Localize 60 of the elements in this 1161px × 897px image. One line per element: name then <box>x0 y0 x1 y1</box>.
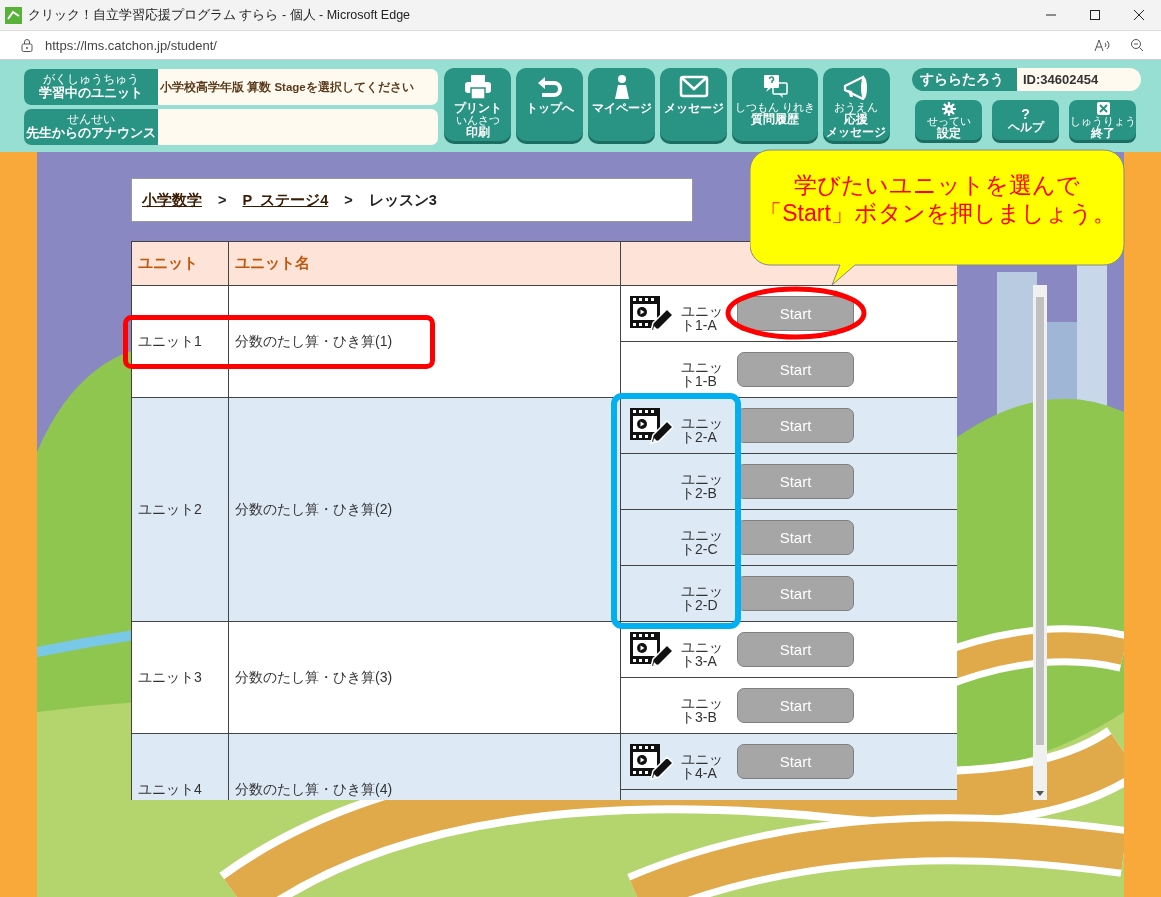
breadcrumb-link[interactable]: P_ステージ4 <box>242 190 329 210</box>
nav-button[interactable]: おうえん 応援 メッセージ <box>822 68 890 141</box>
lesson-label: ユニット2-D <box>681 583 724 612</box>
furigana-text: せんせい <box>67 113 115 126</box>
nav-button[interactable]: メッセージ <box>660 68 727 141</box>
user-id: ID:34602454 <box>1022 71 1099 89</box>
nav-button[interactable]: マイページ <box>588 68 655 141</box>
lesson-label: ユニット2-A <box>681 415 724 444</box>
lesson-label: ユニット1-A <box>681 303 724 332</box>
lock-icon <box>21 38 33 52</box>
breadcrumb-link[interactable]: 小学数学 <box>142 190 202 210</box>
url-text[interactable]: https://lms.catchon.jp/student/ <box>45 37 1094 53</box>
header-button[interactable]: ? ヘルプ <box>992 100 1059 140</box>
column-header: ユニット名 <box>228 241 621 286</box>
lesson-label: ユニット2-C <box>681 527 724 556</box>
start-button[interactable]: Start <box>737 296 854 331</box>
scrollbar[interactable] <box>1033 285 1047 800</box>
app-icon <box>5 6 22 24</box>
nav-button[interactable]: プリント いんさつ 印刷 <box>444 68 511 141</box>
table-cell: 分数のたし算・ひき算(4) <box>228 733 621 800</box>
close-icon[interactable] <box>1133 9 1145 21</box>
column-header: ユニット <box>131 241 229 286</box>
read-aloud-icon[interactable] <box>1094 38 1112 52</box>
breadcrumb-current: レッスン3 <box>368 190 437 210</box>
callout-text: 学びたいユニットを選んで 「Start」ボタンを押しましょう。 <box>759 171 1116 227</box>
close-icon <box>1094 100 1111 116</box>
start-button[interactable]: Start <box>737 352 854 387</box>
nav-button[interactable]: しつもん りれき 質問履歴 <box>732 68 818 141</box>
header-button[interactable]: しゅうりょう 終了 <box>1069 100 1136 140</box>
nav-button[interactable]: トップへ <box>516 68 583 141</box>
header-button[interactable]: せってい 設定 <box>915 100 982 140</box>
start-button[interactable]: Start <box>737 688 854 723</box>
field-label-text: 先生からのアナウンス <box>26 126 156 141</box>
envelope-icon <box>678 74 709 100</box>
field-value: 小学校高学年版 算数 Stageを選択してください <box>159 79 414 95</box>
start-button[interactable]: Start <box>737 744 854 779</box>
window-title: クリック！自立学習応援プログラム すらら - 個人 - Microsoft Edge <box>28 6 412 24</box>
lesson-label: ユニット4-A <box>681 751 724 780</box>
table-cell: ユニット2 <box>131 397 229 622</box>
start-button[interactable]: Start <box>737 632 854 667</box>
lesson-label: ユニット2-B <box>681 471 724 500</box>
breadcrumb-separator: > <box>218 192 227 208</box>
table-cell: ユニット3 <box>131 621 229 734</box>
table-cell: 分数のたし算・ひき算(2) <box>228 397 621 622</box>
maximize-icon[interactable] <box>1089 9 1101 21</box>
scrollbar-thumb[interactable] <box>1036 297 1044 745</box>
printer-icon <box>462 74 493 100</box>
breadcrumb-separator: > <box>344 192 353 208</box>
table-cell: 分数のたし算・ひき算(3) <box>228 621 621 734</box>
zoom-out-icon[interactable] <box>1130 38 1144 52</box>
lesson-label: ユニット3-A <box>681 639 724 668</box>
lesson-label: ユニット1-B <box>681 359 724 388</box>
lesson-label: ユニット3-B <box>681 695 724 724</box>
table-cell: 分数のたし算・ひき算(1) <box>228 285 621 398</box>
table-cell: ユニット4 <box>131 733 229 800</box>
scroll-down-icon[interactable] <box>1036 791 1044 796</box>
field-label-text: 学習中のユニット <box>39 86 143 101</box>
gear-icon <box>940 100 957 116</box>
user-name: すららたろう <box>912 68 1017 91</box>
furigana-text: がくしゅうちゅう <box>43 73 139 86</box>
